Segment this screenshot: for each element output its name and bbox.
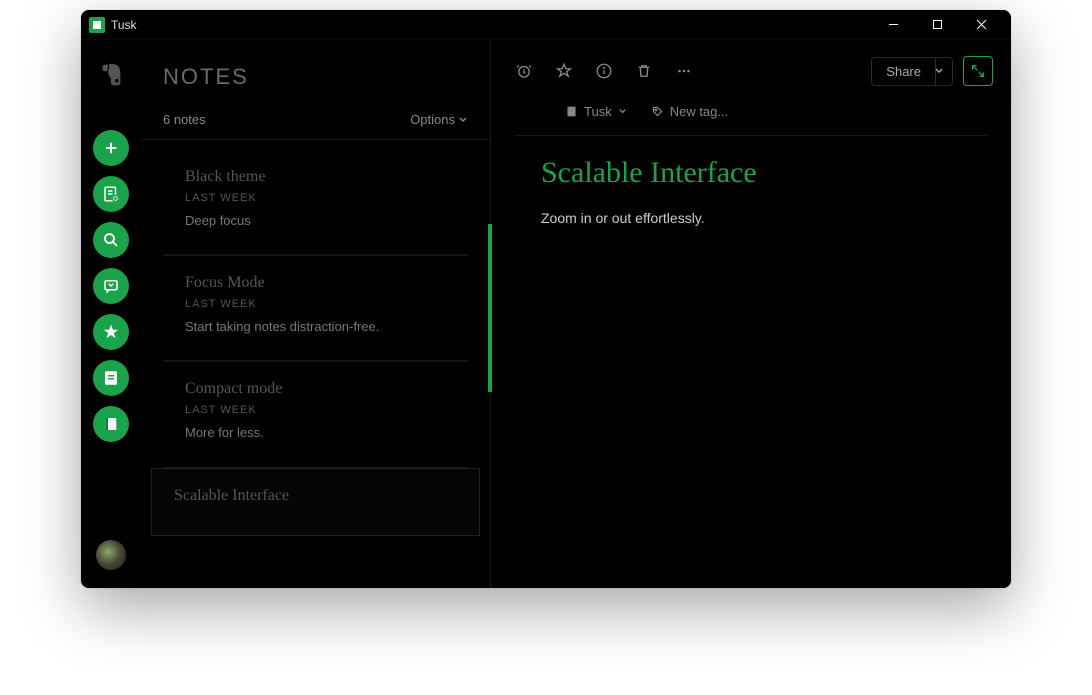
shortcuts-button[interactable] — [93, 314, 129, 350]
new-tag-button[interactable]: New tag... — [651, 104, 729, 119]
note-item-snippet: Start taking notes distraction-free. — [185, 318, 446, 336]
trash-icon[interactable] — [635, 62, 653, 80]
note-meta-row: Tusk New tag... — [515, 96, 987, 136]
note-item-selected[interactable]: Scalable Interface — [151, 468, 480, 536]
search-button[interactable] — [93, 222, 129, 258]
sidebar — [81, 40, 141, 588]
avatar[interactable] — [96, 540, 126, 570]
note-content[interactable]: Zoom in or out effortlessly. — [541, 208, 961, 229]
note-item-title: Scalable Interface — [174, 487, 457, 505]
expand-button[interactable] — [963, 56, 993, 86]
note-item[interactable]: Black theme LAST WEEK Deep focus — [163, 154, 468, 255]
list-title: NOTES — [163, 64, 468, 90]
new-button[interactable] — [93, 130, 129, 166]
note-item-title: Focus Mode — [185, 274, 446, 292]
note-body[interactable]: Scalable Interface Zoom in or out effort… — [491, 136, 1011, 249]
star-icon[interactable] — [555, 62, 573, 80]
note-item-snippet: Deep focus — [185, 212, 446, 230]
note-item-title: Black theme — [185, 168, 446, 186]
minimize-button[interactable] — [871, 10, 915, 40]
note-item-meta: LAST WEEK — [185, 192, 446, 204]
note-list[interactable]: Black theme LAST WEEK Deep focus Focus M… — [141, 140, 490, 588]
titlebar: Tusk — [81, 10, 1011, 40]
note-list-panel: NOTES 6 notes Options Black theme LAST W… — [141, 40, 491, 588]
notes-button[interactable] — [93, 360, 129, 396]
options-dropdown[interactable]: Options — [410, 112, 468, 127]
notebook-selector[interactable]: Tusk — [565, 104, 627, 119]
evernote-logo-icon — [96, 60, 126, 90]
scroll-indicator[interactable] — [488, 224, 492, 392]
close-button[interactable] — [959, 10, 1003, 40]
app-window: Tusk NOTES 6 notes — [81, 10, 1011, 588]
note-item[interactable]: Focus Mode LAST WEEK Start taking notes … — [163, 255, 468, 361]
maximize-button[interactable] — [915, 10, 959, 40]
note-item-meta: LAST WEEK — [185, 298, 446, 310]
note-count: 6 notes — [163, 112, 206, 127]
reminder-icon[interactable] — [515, 62, 533, 80]
share-dropdown[interactable] — [926, 57, 953, 86]
more-icon[interactable] — [675, 62, 693, 80]
note-item-snippet: More for less. — [185, 424, 446, 442]
work-chat-button[interactable] — [93, 268, 129, 304]
app-icon — [89, 17, 105, 33]
notebooks-button[interactable] — [93, 406, 129, 442]
note-item-title: Compact mode — [185, 380, 446, 398]
note-item-meta: LAST WEEK — [185, 404, 446, 416]
new-note-button[interactable] — [93, 176, 129, 212]
note-item[interactable]: Compact mode LAST WEEK More for less. — [163, 361, 468, 467]
app-title: Tusk — [111, 18, 137, 32]
note-detail-panel: Share Tusk New tag... Scalable — [491, 40, 1011, 588]
info-icon[interactable] — [595, 62, 613, 80]
note-title-field[interactable]: Scalable Interface — [541, 156, 961, 190]
note-toolbar: Share — [491, 40, 1011, 96]
